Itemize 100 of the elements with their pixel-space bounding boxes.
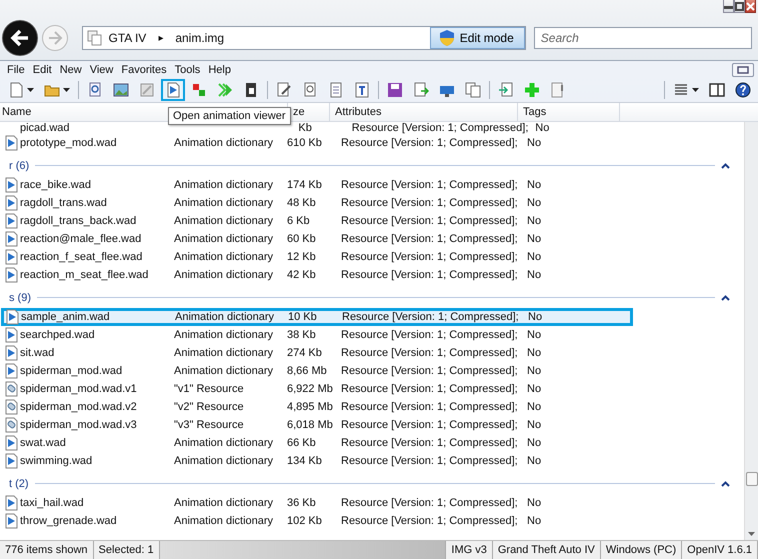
file-size: 6,922 Mb	[286, 383, 334, 395]
column-header[interactable]: Tags	[518, 103, 620, 121]
file-name[interactable]: race_bike.wad	[20, 179, 91, 191]
selected-row[interactable]: sample_anim.wad Animation dictionary 10 Kb Resource [Version: 1; Compressed]; No	[1, 308, 633, 326]
file-size: 610 Kb	[286, 137, 323, 149]
table-cell-text: Resource [Version: 1; Compressed];	[340, 497, 519, 509]
file-size: 42 Kb	[286, 269, 317, 281]
file-type: Animation dictionary	[173, 497, 274, 509]
scroll-down-icon[interactable]	[748, 532, 755, 536]
list-row[interactable]: swat.wad Animation dictionary 66 Kb Resource [Version: 1; Compressed]; No	[3, 434, 630, 452]
table-cell-text: No	[526, 419, 542, 431]
scroll-thumb[interactable]	[746, 472, 758, 486]
file-name[interactable]: prototype_mod.wad	[20, 137, 117, 149]
list-row[interactable]: prototype_mod.wad Animation dictionary 610 Kb Resource [Version: 1; Compressed]; No	[3, 134, 630, 152]
breadcrumb[interactable]: GTA IV	[108, 31, 146, 45]
file-type: Animation dictionary	[173, 515, 274, 527]
menu-item[interactable]: New	[56, 64, 86, 76]
list-row[interactable]: sit.wad Animation dictionary 274 Kb Resource [Version: 1; Compressed]; No	[3, 344, 630, 362]
file-name[interactable]: searchped.wad	[20, 329, 95, 341]
list-row[interactable]: ragdoll_trans.wad Animation dictionary 48 Kb Resource [Version: 1; Compressed]; No	[3, 194, 630, 212]
play-document-icon	[165, 82, 181, 98]
table-cell-text: Resource [Version: 1; Compressed];	[340, 437, 519, 449]
table-cell-text: Resource [Version: 1; Compressed];	[340, 401, 519, 413]
file-name[interactable]: sit.wad	[20, 347, 54, 359]
restore-button[interactable]	[732, 62, 754, 76]
list-row[interactable]: reaction_f_seat_flee.wad Animation dictionary 12 Kb Resource [Version: 1; Compressed]; No	[3, 248, 630, 266]
list-row[interactable]: searchped.wad Animation dictionary 38 Kb Resource [Version: 1; Compressed]; No	[3, 326, 630, 344]
play-file-icon	[5, 177, 18, 193]
group-header[interactable]: r (6)	[9, 160, 30, 172]
table-cell-text: Resource [Version: 1; Compressed];	[340, 197, 519, 209]
list-row[interactable]: swimming.wad Animation dictionary 134 Kb Resource [Version: 1; Compressed]; No	[3, 452, 630, 470]
file-name[interactable]: spiderman_mod.wad.v2	[20, 401, 137, 413]
file-name[interactable]: throw_grenade.wad	[20, 515, 117, 527]
group-header[interactable]: t (2)	[9, 478, 29, 490]
menu-item[interactable]: View	[86, 64, 118, 76]
menu-item[interactable]: File	[3, 64, 29, 76]
minimize-button[interactable]	[723, 0, 734, 13]
table-cell-text: No	[526, 215, 542, 227]
file-size: 8,66 Mb	[286, 365, 328, 377]
play-file-icon	[6, 309, 19, 325]
table-cell-text: No	[526, 251, 542, 263]
breadcrumb-arrow[interactable]: ▸	[152, 32, 170, 44]
list-row[interactable]: spiderman_mod.wad Animation dictionary 8,66 Mb Resource [Version: 1; Compressed]; No	[3, 362, 630, 380]
back-arrow-icon	[8, 27, 31, 49]
file-name[interactable]: spiderman_mod.wad	[20, 365, 122, 377]
table-cell-text: Resource [Version: 1; Compressed];	[340, 455, 519, 467]
file-name[interactable]: ragdoll_trans.wad	[20, 197, 107, 209]
search-field[interactable]: Search	[534, 27, 752, 49]
menu-item[interactable]: Help	[204, 64, 235, 76]
menu-item[interactable]: Edit	[28, 64, 56, 76]
group-header[interactable]: s (9)	[9, 292, 31, 304]
status-text: 776 items shown	[0, 541, 94, 559]
file-type: Animation dictionary	[173, 179, 274, 191]
file-name[interactable]: reaction_f_seat_flee.wad	[20, 251, 142, 263]
list-row[interactable]: ragdoll_trans_back.wad Animation dictionary 6 Kb Resource [Version: 1; Compressed]; No	[3, 212, 630, 230]
file-name[interactable]: swimming.wad	[20, 455, 92, 467]
file-name[interactable]: swat.wad	[20, 437, 66, 449]
file-size: 6 Kb	[286, 215, 311, 227]
list-row[interactable]: race_bike.wad Animation dictionary 174 Kb Resource [Version: 1; Compressed]; No	[3, 176, 630, 194]
file-name[interactable]: sample_anim.wad	[21, 311, 110, 323]
address-bar[interactable]: GTA IV ▸ anim.img Edit mode	[82, 26, 526, 50]
list-row[interactable]: throw_grenade.wad Animation dictionary 102 Kb Resource [Version: 1; Compressed]; No	[3, 512, 630, 530]
back-button[interactable]	[2, 20, 38, 56]
file-name[interactable]: spiderman_mod.wad.v1	[20, 383, 137, 395]
list-row[interactable]: taxi_hail.wad Animation dictionary 36 Kb Resource [Version: 1; Compressed]; No	[3, 494, 630, 512]
play-file-icon	[5, 231, 18, 247]
collapse-icon[interactable]	[721, 294, 730, 300]
file-type: Animation dictionary	[173, 233, 274, 245]
tooltip: Open animation viewer	[168, 107, 291, 125]
file-name[interactable]: reaction@male_flee.wad	[20, 233, 142, 245]
play-document-button[interactable]	[161, 79, 185, 101]
list-row[interactable]: spiderman_mod.wad.v1 "v1" Resource 6,922 Mb Resource [Version: 1; Compressed]; No	[3, 380, 630, 398]
collapse-icon[interactable]	[721, 162, 730, 168]
file-name[interactable]: taxi_hail.wad	[20, 497, 84, 509]
file-name[interactable]: spiderman_mod.wad.v3	[20, 419, 137, 431]
maximize-button[interactable]	[734, 0, 745, 13]
breadcrumb[interactable]: anim.img	[175, 31, 224, 45]
list-row[interactable]: reaction@male_flee.wad Animation dictionary 60 Kb Resource [Version: 1; Compressed]; No	[3, 230, 630, 248]
menu-item[interactable]: Tools	[170, 64, 204, 76]
play-file-icon	[5, 363, 18, 379]
table-cell-text: No	[526, 437, 542, 449]
column-header[interactable]: Attributes	[330, 103, 518, 121]
table-cell-text: No	[534, 122, 550, 134]
list-row[interactable]: spiderman_mod.wad.v3 "v3" Resource 6,018 Mb Resource [Version: 1; Compressed]; No	[3, 416, 630, 434]
menu-item[interactable]: Favorites	[117, 64, 171, 76]
play-file-icon	[5, 249, 18, 265]
file-name: picad.wad	[20, 122, 70, 134]
file-name[interactable]: reaction_m_seat_flee.wad	[20, 269, 148, 281]
table-cell-text: Resource [Version: 1; Compressed];	[340, 365, 519, 377]
file-name[interactable]: ragdoll_trans_back.wad	[20, 215, 136, 227]
list-row[interactable]: reaction_m_seat_flee.wad Animation dictionary 42 Kb Resource [Version: 1; Compressed]; No	[3, 266, 630, 284]
file-type: "v2" Resource	[173, 401, 245, 413]
edit-mode-button[interactable]: Edit mode	[430, 27, 525, 49]
scrollbar[interactable]	[744, 122, 758, 540]
file-size: Kb	[297, 122, 313, 134]
documents-icon	[86, 30, 103, 46]
table-cell-text: Resource [Version: 1; Compressed];	[340, 383, 519, 395]
collapse-icon[interactable]	[721, 480, 730, 486]
close-button[interactable]	[745, 0, 756, 13]
list-row[interactable]: spiderman_mod.wad.v2 "v2" Resource 4,895 Mb Resource [Version: 1; Compressed]; No	[3, 398, 630, 416]
